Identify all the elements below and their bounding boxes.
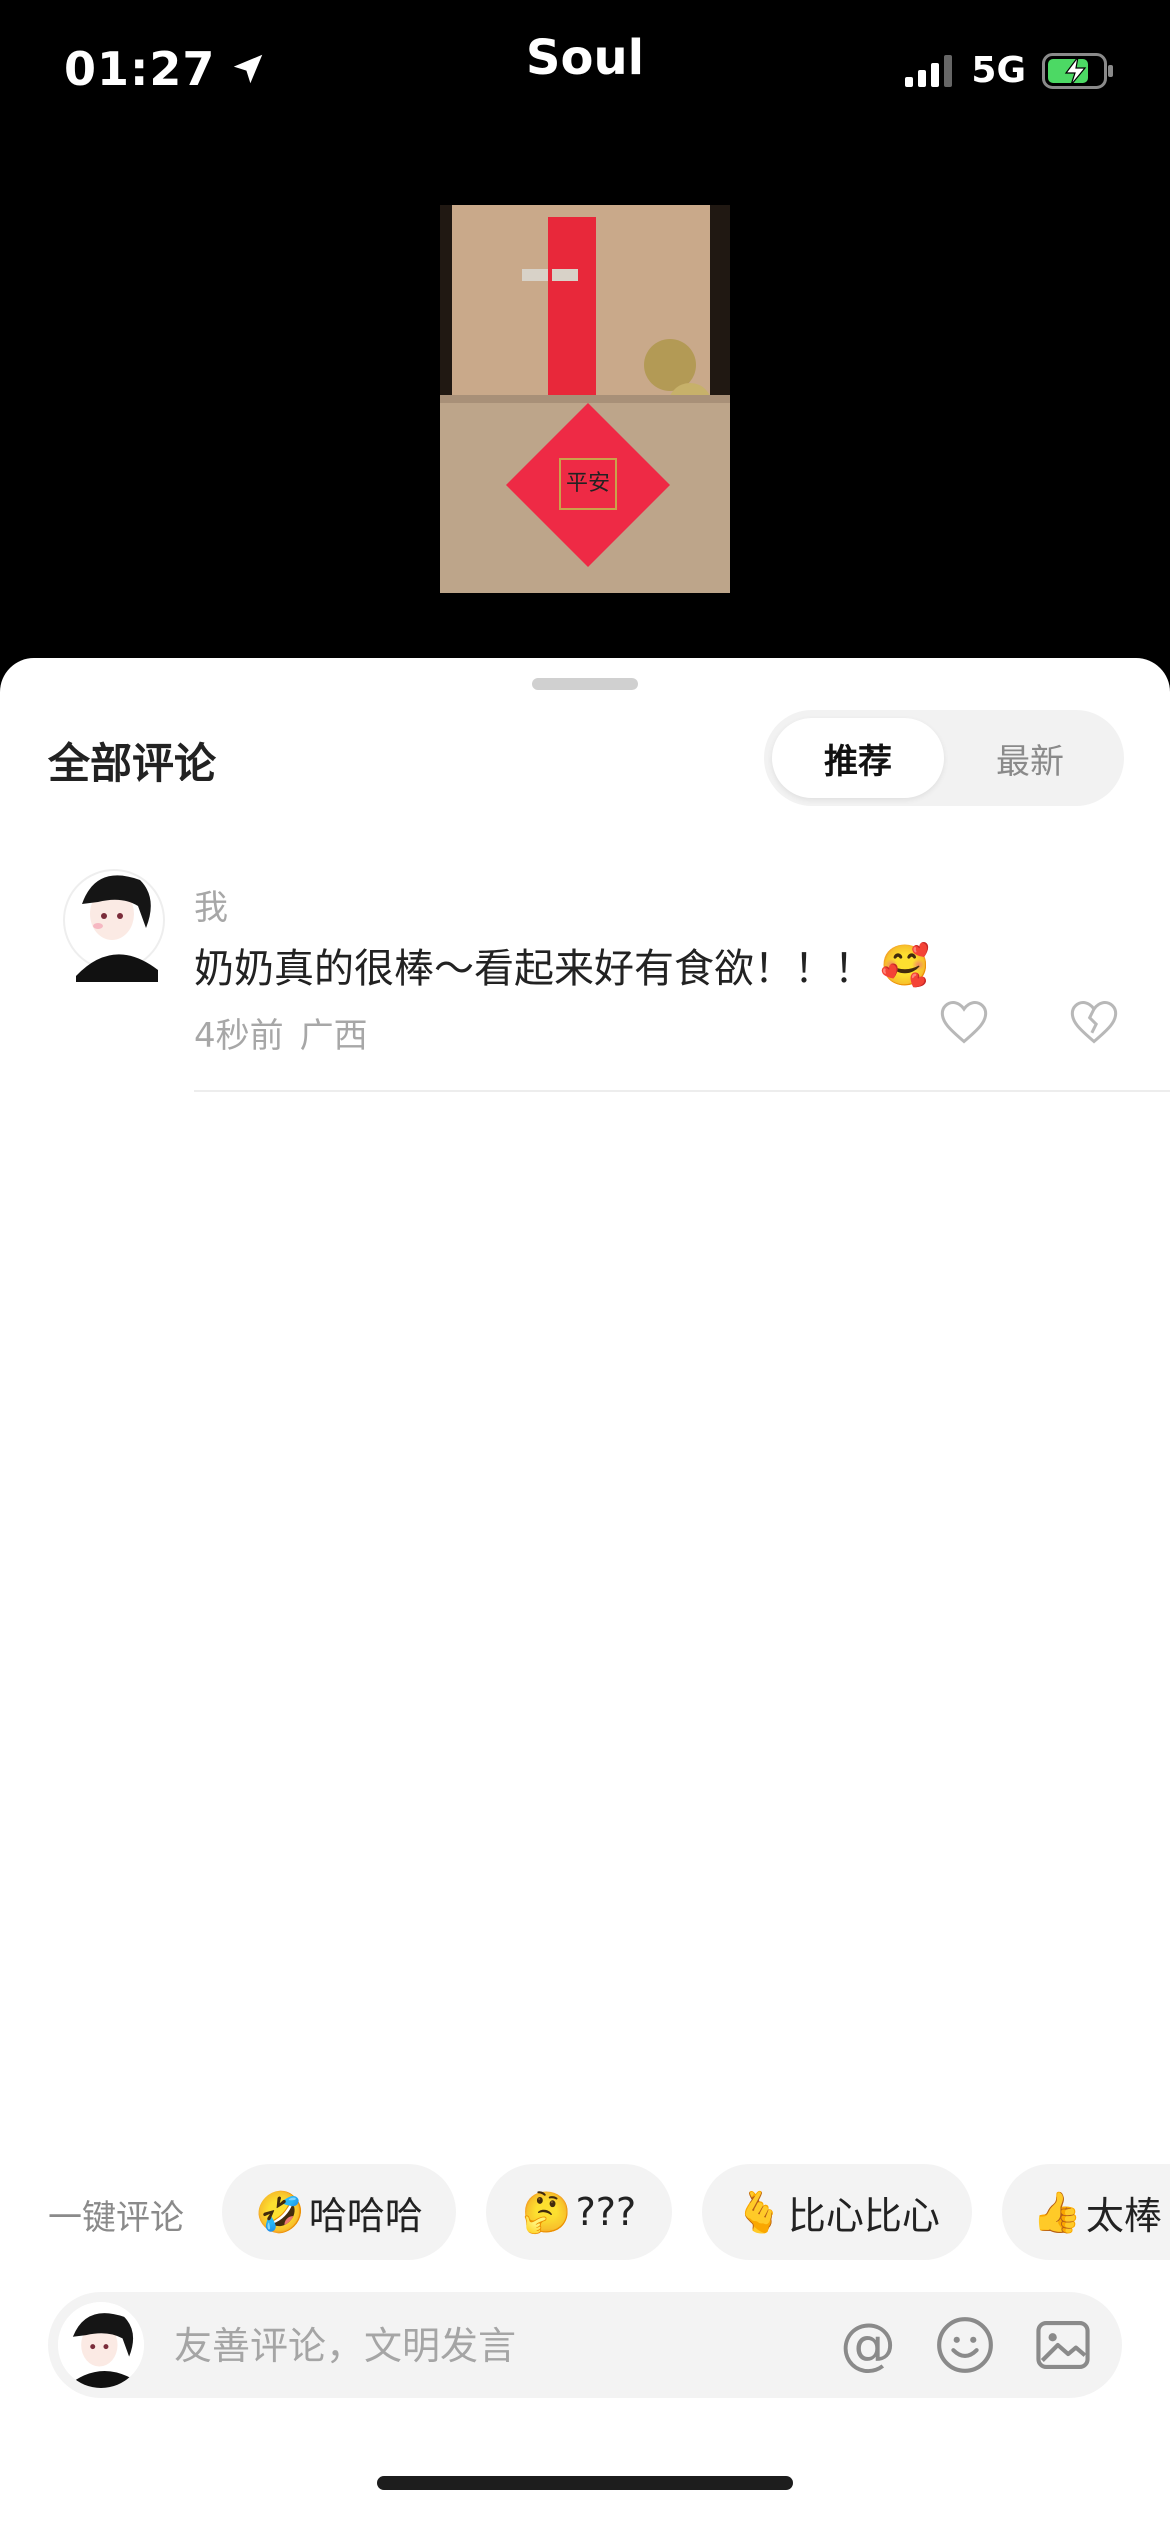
- battery-charging-icon: [1042, 52, 1113, 89]
- quick-comment-chip[interactable]: 🤔 ???: [486, 2164, 672, 2260]
- network-label: 5G: [971, 50, 1026, 91]
- quick-comment-chip[interactable]: 👍 太棒: [1002, 2164, 1170, 2260]
- post-photo[interactable]: 平安: [440, 205, 730, 593]
- at-icon[interactable]: @: [840, 2314, 896, 2376]
- finger-heart-emoji: 🫰: [734, 2189, 784, 2236]
- emoji-icon[interactable]: [934, 2314, 996, 2376]
- image-icon[interactable]: [1032, 2314, 1094, 2376]
- sort-toggle: 推荐 最新: [764, 710, 1124, 806]
- avatar-illustration: [58, 2302, 144, 2388]
- quick-comment-chip[interactable]: 🤣 哈哈哈: [222, 2164, 456, 2260]
- avatar-illustration: [63, 869, 165, 982]
- comment-location: 广西: [299, 1016, 368, 1056]
- comment-input[interactable]: [172, 2312, 856, 2380]
- comment-avatar[interactable]: [62, 858, 166, 982]
- comments-sheet: 全部评论 推荐 最新 我 奶奶真的很棒～看起来好有食欲！！！ 🥰 4秒前 广西: [0, 658, 1170, 2532]
- gift-box-photo: 平安: [440, 205, 730, 593]
- sheet-grabber[interactable]: [532, 678, 638, 690]
- chip-label: 哈哈哈: [308, 2193, 423, 2238]
- comment-divider: [194, 1090, 1170, 1092]
- comment-input-bar: @: [48, 2292, 1122, 2398]
- sort-option-recommended[interactable]: 推荐: [772, 718, 944, 798]
- chip-label: 比心比心: [787, 2193, 940, 2238]
- heart-icon[interactable]: [938, 998, 990, 1046]
- comment-text: 奶奶真的很棒～看起来好有食欲！！！ 🥰: [194, 936, 930, 994]
- thinking-emoji: 🤔: [521, 2189, 572, 2236]
- comment-time: 4秒前: [194, 1016, 284, 1056]
- comment-text-body: 奶奶真的很棒～看起来好有食欲！！！: [194, 946, 874, 992]
- chip-label: 太棒: [1085, 2193, 1162, 2238]
- quick-comment-bar: 一键评论 🤣 哈哈哈 🤔 ??? 🫰 比心比心 👍 太棒: [0, 2164, 1170, 2260]
- comment-item: 我 奶奶真的很棒～看起来好有食欲！！！ 🥰 4秒前 广西: [0, 858, 1170, 1092]
- status-bar: 01:27 Soul 5G: [0, 0, 1170, 150]
- signal-icon: [905, 54, 953, 87]
- thumbs-up-emoji: 👍: [1032, 2189, 1082, 2236]
- quick-comment-chip[interactable]: 🫰 比心比心: [702, 2164, 972, 2260]
- comment-meta: 4秒前 广西: [194, 1008, 368, 1057]
- chip-label: ???: [575, 2190, 637, 2234]
- sort-option-latest[interactable]: 最新: [944, 718, 1116, 798]
- home-indicator[interactable]: [377, 2476, 793, 2490]
- status-indicators: 5G: [905, 50, 1114, 91]
- broken-heart-icon[interactable]: [1068, 998, 1120, 1046]
- smiling-hearts-emoji: 🥰: [880, 942, 930, 989]
- rolling-laugh-emoji: 🤣: [255, 2189, 305, 2236]
- comment-author[interactable]: 我: [194, 880, 228, 929]
- quick-comment-label: 一键评论: [48, 2198, 184, 2238]
- input-avatar[interactable]: [58, 2302, 144, 2388]
- svg-text:平安: 平安: [566, 471, 610, 496]
- comments-title: 全部评论: [48, 739, 217, 788]
